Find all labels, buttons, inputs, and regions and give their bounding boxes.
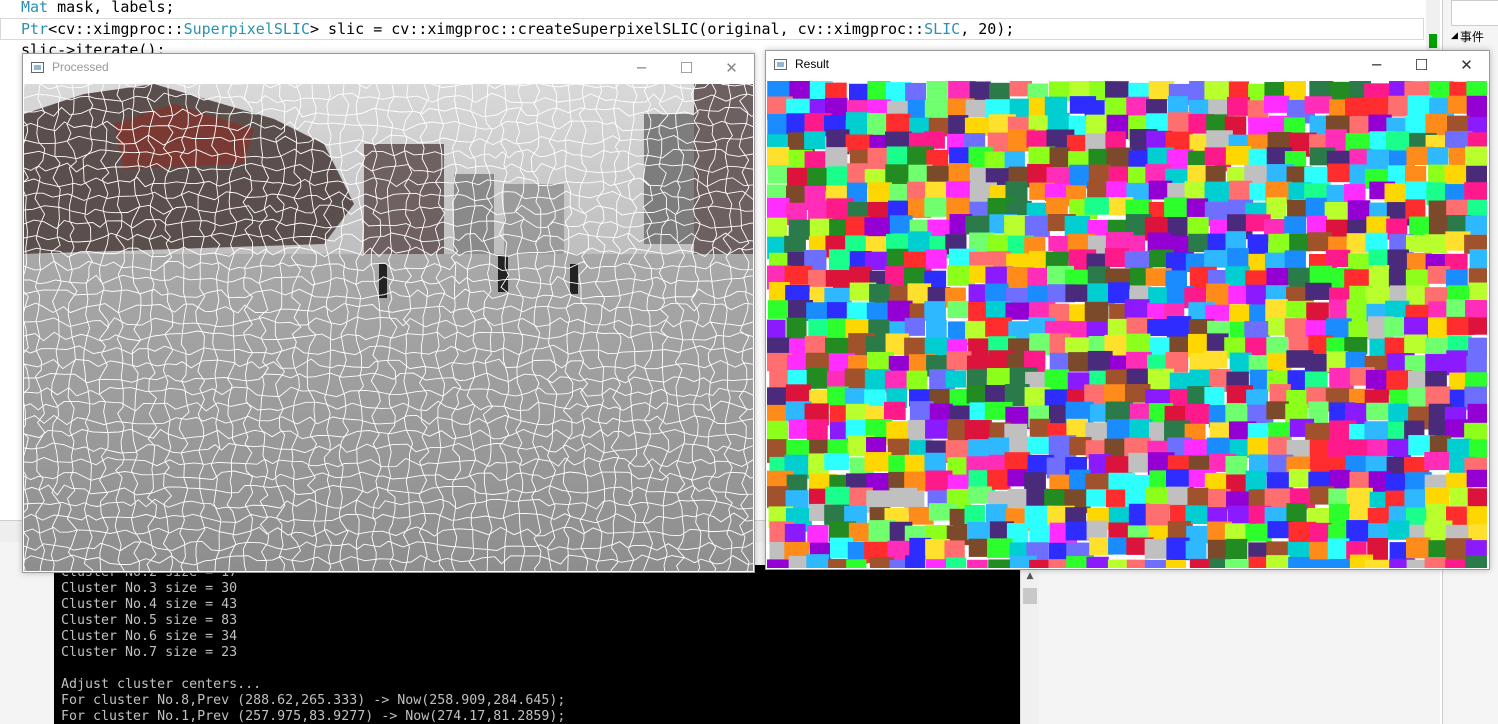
close-icon[interactable]: ✕ [1444, 51, 1489, 80]
console-line: For cluster No.8,Prev (288.62,265.333) -… [61, 693, 566, 708]
window-titlebar[interactable]: Processed ─ ☐ ✕ [23, 54, 754, 83]
code-line-1[interactable]: Mat mask, labels; [21, 0, 175, 16]
result-window[interactable]: Result ─ ☐ ✕ [765, 50, 1490, 570]
change-marker [1429, 34, 1437, 48]
type-keyword: Mat [21, 0, 49, 16]
close-icon[interactable]: ✕ [709, 54, 754, 83]
window-titlebar[interactable]: Result ─ ☐ ✕ [766, 51, 1489, 80]
side-panel-tab[interactable] [1451, 0, 1498, 26]
processed-window[interactable]: Processed ─ ☐ ✕ [22, 53, 755, 573]
code-token: <cv::ximgproc:: [48, 20, 184, 38]
events-label: 事件 [1459, 29, 1484, 44]
scroll-up-icon[interactable]: ▲ [1021, 568, 1039, 584]
window-title: Processed [52, 60, 109, 74]
console-window[interactable]: Cluster No.2 size = 17 Cluster No.3 size… [54, 565, 1022, 724]
code-line-2[interactable]: Ptr<cv::ximgproc::SuperpixelSLIC> slic =… [21, 20, 1014, 38]
minimize-icon[interactable]: ─ [1354, 51, 1399, 80]
events-section[interactable]: ◢ 事件 [1451, 26, 1497, 46]
code-token: , 20); [960, 20, 1015, 38]
console-line: Cluster No.5 size = 83 [61, 613, 238, 628]
console-line: Cluster No.3 size = 30 [61, 581, 238, 596]
code-text: mask, labels; [48, 0, 175, 16]
maximize-icon[interactable]: ☐ [1399, 51, 1444, 80]
code-token-class: SuperpixelSLIC [183, 20, 310, 38]
console-line: Cluster No.4 size = 43 [61, 597, 238, 612]
code-token-enum: SLIC [924, 20, 961, 38]
console-line: Adjust cluster centers... [61, 677, 262, 692]
console-line: Cluster No.7 size = 23 [61, 645, 238, 660]
console-line: Cluster No.6 size = 34 [61, 629, 238, 644]
code-token-ptr: Ptr [21, 20, 49, 38]
window-title: Result [795, 57, 830, 71]
scrollbar-thumb[interactable] [1023, 588, 1037, 604]
collapse-triangle-icon[interactable]: ◢ [1451, 31, 1458, 41]
maximize-icon[interactable]: ☐ [664, 54, 709, 83]
code-token: > slic = cv::ximgproc::createSuperpixelS… [310, 20, 925, 38]
console-line: For cluster No.1,Prev (257.975,83.9277) … [61, 709, 566, 724]
window-app-icon [774, 59, 787, 70]
console-scrollbar[interactable]: ▲ [1020, 568, 1039, 724]
superpixel-color-image [767, 81, 1487, 568]
window-app-icon [31, 62, 44, 73]
minimize-icon[interactable]: ─ [619, 54, 664, 83]
superpixel-contour-image [24, 84, 753, 571]
